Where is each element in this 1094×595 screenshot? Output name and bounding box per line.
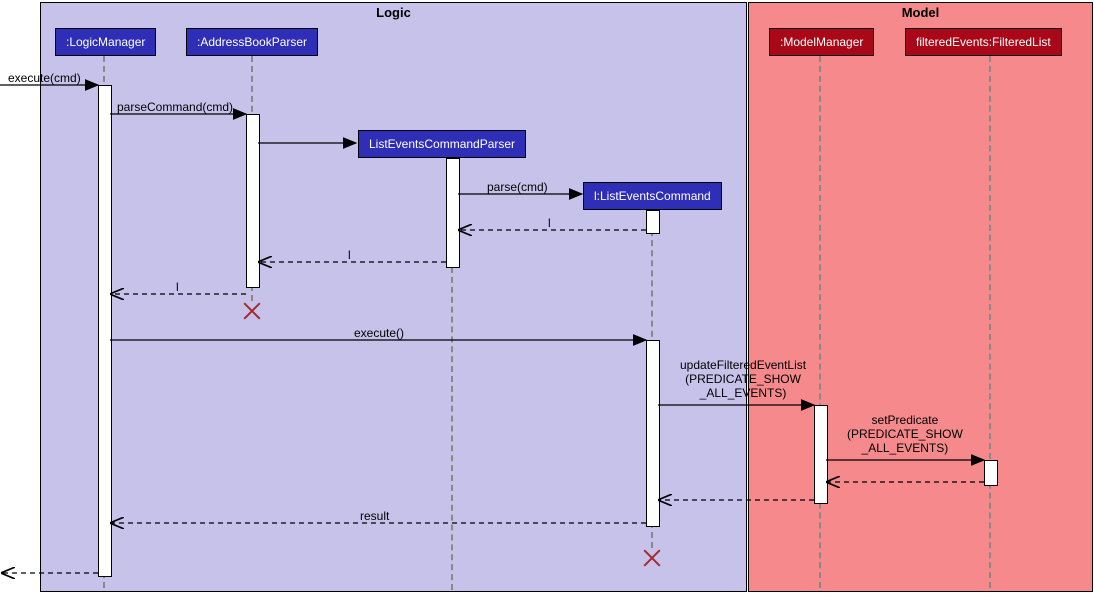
lifeline-filtered-list: filteredEvents:FilteredList — [905, 28, 1062, 56]
package-logic: Logic — [40, 2, 747, 592]
lifeline-line-filtered-list — [989, 56, 991, 588]
activation-logic-manager — [98, 85, 112, 577]
package-logic-title: Logic — [376, 3, 411, 22]
destroy-list-events-command — [642, 548, 662, 568]
msg-return-l-1: l — [548, 216, 551, 230]
package-model: Model — [748, 2, 1093, 592]
package-model-title: Model — [902, 3, 940, 22]
msg-result: result — [360, 509, 389, 523]
msg-execute-call: execute() — [354, 326, 404, 340]
activation-list-events-command-1 — [646, 210, 660, 234]
lifeline-line-model-manager — [819, 56, 821, 588]
msg-update-filtered-event-list: updateFilteredEventList (PREDICATE_SHOW … — [680, 358, 806, 400]
lifeline-list-events-command: l:ListEventsCommand — [583, 182, 722, 210]
activation-list-events-command-2 — [646, 340, 660, 527]
sequence-diagram: Logic Model :LogicManager :AddressBookPa… — [0, 0, 1094, 595]
activation-list-events-command-parser — [446, 158, 460, 268]
activation-model-manager — [814, 405, 828, 504]
destroy-address-book-parser — [242, 301, 262, 321]
activation-address-book-parser — [246, 114, 260, 288]
activation-filtered-list — [984, 460, 998, 486]
msg-return-l-3: l — [176, 280, 179, 294]
lifeline-logic-manager: :LogicManager — [55, 28, 156, 56]
msg-parse-command: parseCommand(cmd) — [117, 100, 233, 114]
msg-set-predicate: setPredicate (PREDICATE_SHOW _ALL_EVENTS… — [847, 413, 963, 455]
msg-parse-cmd: parse(cmd) — [487, 180, 548, 194]
msg-return-l-2: l — [348, 248, 351, 262]
lifeline-model-manager: :ModelManager — [769, 28, 874, 56]
msg-execute-cmd: execute(cmd) — [8, 71, 81, 85]
lifeline-address-book-parser: :AddressBookParser — [186, 28, 318, 56]
lifeline-list-events-command-parser: ListEventsCommandParser — [358, 130, 526, 158]
